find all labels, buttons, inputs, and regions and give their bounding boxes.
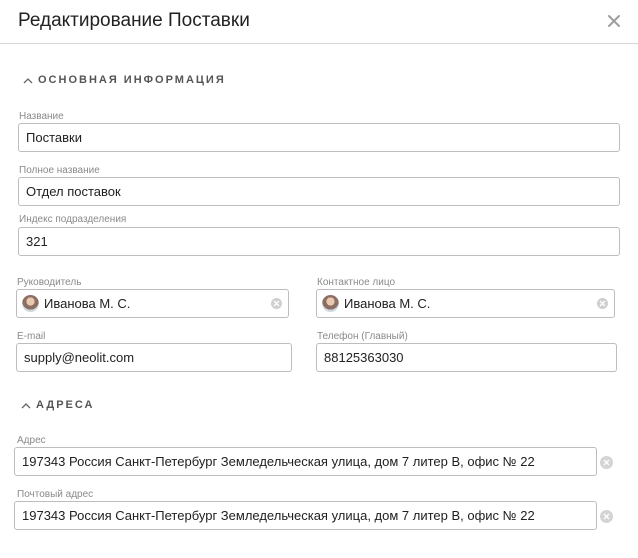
section-title-addresses: АДРЕСА [36, 399, 95, 411]
section-title-main-info: ОСНОВНАЯ ИНФОРМАЦИЯ [38, 74, 226, 86]
division-index-value: 321 [26, 234, 48, 249]
section-toggle-main-info[interactable]: ОСНОВНАЯ ИНФОРМАЦИЯ [22, 74, 226, 86]
address-label: Адрес [17, 435, 46, 446]
postal-address-label: Почтовый адрес [17, 489, 94, 500]
section-toggle-addresses[interactable]: АДРЕСА [20, 399, 94, 411]
email-label: E-mail [17, 331, 46, 342]
full-name-input[interactable]: Отдел поставок [18, 177, 620, 206]
address-value: 197343 Россия Санкт-Петербург Земледельч… [22, 454, 535, 469]
contact-select[interactable]: Иванова М. С. [316, 289, 615, 318]
dialog-title: Редактирование Поставки [18, 10, 250, 31]
contact-label: Контактное лицо [317, 277, 396, 288]
division-index-label: Индекс подразделения [19, 214, 127, 225]
clear-address-icon[interactable] [600, 456, 613, 469]
chevron-up-icon [20, 399, 32, 411]
full-name-label: Полное название [19, 165, 100, 176]
close-icon[interactable] [604, 11, 624, 31]
name-value: Поставки [26, 130, 82, 145]
avatar [22, 295, 39, 312]
email-value: supply@neolit.com [24, 350, 135, 365]
clear-postal-address-icon[interactable] [600, 510, 613, 523]
name-label: Название [19, 111, 64, 122]
full-name-value: Отдел поставок [26, 184, 121, 199]
postal-address-value: 197343 Россия Санкт-Петербург Земледельч… [22, 508, 535, 523]
dialog-header: Редактирование Поставки [0, 0, 638, 44]
chevron-up-icon [22, 74, 34, 86]
phone-label: Телефон (Главный) [317, 331, 408, 342]
clear-icon[interactable] [597, 298, 608, 309]
manager-value: Иванова М. С. [44, 296, 131, 311]
postal-address-input[interactable]: 197343 Россия Санкт-Петербург Земледельч… [14, 501, 597, 530]
manager-select[interactable]: Иванова М. С. [16, 289, 289, 318]
phone-input[interactable]: 88125363030 [316, 343, 617, 372]
avatar [322, 295, 339, 312]
contact-value: Иванова М. С. [344, 296, 431, 311]
manager-label: Руководитель [17, 277, 82, 288]
name-input[interactable]: Поставки [18, 123, 620, 152]
division-index-input[interactable]: 321 [18, 227, 620, 256]
email-input[interactable]: supply@neolit.com [16, 343, 292, 372]
clear-icon[interactable] [271, 298, 282, 309]
phone-value: 88125363030 [324, 350, 404, 365]
address-input[interactable]: 197343 Россия Санкт-Петербург Земледельч… [14, 447, 597, 476]
